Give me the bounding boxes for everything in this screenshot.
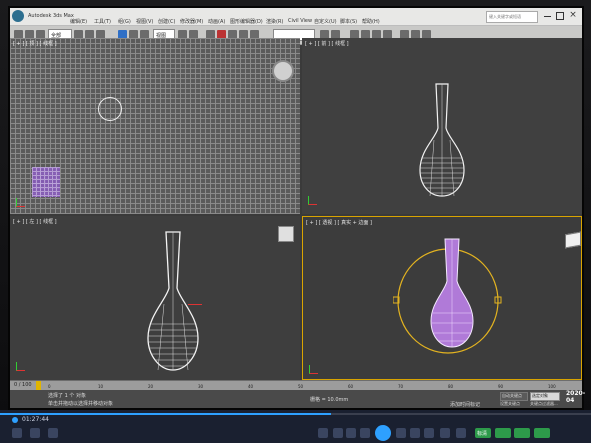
tick-label: 70 — [398, 384, 404, 389]
play-button[interactable] — [375, 425, 391, 441]
tick-label: 80 — [448, 384, 454, 389]
menu-item-edit[interactable]: 编辑(E) — [70, 18, 87, 25]
tick-label: 10 — [98, 384, 104, 389]
menu-item-group[interactable]: 组(G) — [118, 18, 131, 25]
download-button[interactable] — [534, 428, 550, 438]
vase-perspective-shaded — [430, 238, 474, 348]
quality-button[interactable]: 标清 — [475, 428, 491, 438]
video-progress-fill — [0, 413, 331, 415]
menu-item-create[interactable]: 创建(C) — [158, 18, 175, 25]
viewport-label-left[interactable]: [ + ] [ 左 ] [ 线框 ] — [13, 218, 57, 225]
vase-left-wireframe — [147, 231, 199, 371]
menu-item-civil-view[interactable]: Civil View — [288, 18, 312, 24]
selected-object-swatch — [32, 167, 60, 197]
axis-tripod-icon — [309, 365, 318, 374]
menu-item-help[interactable]: 帮助(H) — [362, 18, 380, 25]
frame-indicator[interactable]: 0 / 100 — [14, 382, 32, 388]
fullscreen-icon[interactable] — [440, 428, 450, 438]
monitor-screen: Autodesk 3ds Max 键入关键字或短语 × 编辑(E) 工具(T) … — [10, 8, 582, 408]
status-bar: 选择了 1 个 对象 单击并拖动以选择并移动对象 栅格 = 10.0mm 添加时… — [10, 390, 582, 408]
viewport-front[interactable]: [ + ] [ 前 ] [ 线框 ] — [302, 38, 582, 214]
menu-bar: 编辑(E) 工具(T) 组(G) 视图(V) 创建(C) 修改器(M) 动画(A… — [70, 18, 470, 25]
gizmo-x-axis[interactable] — [188, 304, 202, 305]
axis-tripod-icon — [16, 198, 25, 207]
settings-icon[interactable] — [318, 428, 328, 438]
set-key-button[interactable]: 设置关键点 — [500, 401, 520, 407]
prompt-hint: 单击并拖动以选择并移动对象 — [48, 401, 114, 407]
window-mode-icon[interactable] — [456, 428, 466, 438]
vase-front-wireframe — [419, 83, 465, 197]
axis-tripod-icon — [308, 196, 317, 205]
video-elapsed-time: 01:27:44 — [22, 416, 49, 423]
playlist-icon[interactable] — [12, 428, 22, 438]
quality-label: 标清 — [477, 431, 488, 437]
axis-tripod-icon — [16, 362, 25, 371]
desktop-date: 2020-04 — [566, 390, 586, 404]
pause-stop-icon[interactable] — [396, 428, 406, 438]
tick-label: 50 — [298, 384, 304, 389]
volume-icon[interactable] — [333, 428, 343, 438]
video-play-indicator-icon — [12, 417, 18, 423]
menu-item-animation[interactable]: 动画(A) — [208, 18, 225, 25]
viewport-top[interactable]: [ + ] [ 顶 ] [ 线框 ] — [10, 38, 300, 214]
menu-item-rendering[interactable]: 渲染(R) — [266, 18, 283, 25]
vase-top-view-circle — [98, 97, 122, 121]
viewport-perspective[interactable]: [ + ] [ 透视 ] [ 真实 + 边面 ] — [302, 216, 582, 380]
menu-item-customize[interactable]: 自定义(U) — [314, 18, 337, 25]
viewcube-icon[interactable] — [278, 226, 294, 242]
repeat-icon[interactable] — [424, 428, 434, 438]
viewport-left[interactable]: [ + ] [ 左 ] [ 线框 ] — [10, 216, 300, 380]
tick-label: 100 — [548, 384, 556, 389]
close-icon[interactable]: × — [568, 10, 578, 21]
next-icon[interactable] — [410, 428, 420, 438]
folder-icon[interactable] — [30, 428, 40, 438]
window-title: Autodesk 3ds Max — [28, 13, 74, 19]
tick-label: 30 — [198, 384, 204, 389]
add-time-tag-button[interactable]: 添加时间标记 — [450, 401, 480, 408]
tick-label: 20 — [148, 384, 154, 389]
menu-item-views[interactable]: 视图(V) — [136, 18, 153, 25]
menu-item-scripting[interactable]: 脚本(S) — [340, 18, 357, 25]
minimize-icon[interactable] — [544, 16, 551, 17]
key-mode-value: 选定对象 — [532, 393, 548, 398]
grid-readout: 栅格 = 10.0mm — [310, 397, 349, 403]
viewport-label-perspective[interactable]: [ + ] [ 透视 ] [ 真实 + 边面 ] — [306, 219, 372, 226]
key-mode-dropdown[interactable]: 选定对象 — [530, 392, 560, 401]
viewcube-icon[interactable] — [272, 60, 294, 82]
menu-item-modifiers[interactable]: 修改器(M) — [180, 18, 203, 25]
menu-item-tools[interactable]: 工具(T) — [94, 18, 111, 25]
auto-key-button[interactable]: 自动关键点 — [500, 392, 528, 401]
search-placeholder: 键入关键字或短语 — [489, 14, 521, 19]
viewport-label-front[interactable]: [ + ] [ 前 ] [ 线框 ] — [305, 40, 349, 47]
tick-label: 90 — [498, 384, 504, 389]
app-logo-icon[interactable] — [12, 10, 24, 22]
viewcube-icon[interactable] — [565, 231, 581, 249]
tick-label: 0 — [48, 384, 51, 389]
screenshot-icon[interactable] — [48, 428, 58, 438]
search-input[interactable]: 键入关键字或短语 — [486, 11, 538, 23]
key-filters-button[interactable]: 关键点过滤器... — [530, 401, 558, 407]
tick-label: 40 — [248, 384, 254, 389]
speed-button[interactable] — [495, 428, 511, 438]
menu-item-graph-editors[interactable]: 图形编辑器(D) — [230, 18, 263, 25]
auto-key-label: 自动关键点 — [502, 393, 522, 398]
previous-icon[interactable] — [360, 428, 370, 438]
tick-label: 60 — [348, 384, 354, 389]
selection-status: 选择了 1 个 对象 — [48, 393, 86, 399]
mini-mode-button[interactable] — [514, 428, 530, 438]
maximize-icon[interactable] — [556, 12, 564, 20]
viewport-label-top[interactable]: [ + ] [ 顶 ] [ 线框 ] — [13, 40, 57, 47]
equalizer-icon[interactable] — [346, 428, 356, 438]
